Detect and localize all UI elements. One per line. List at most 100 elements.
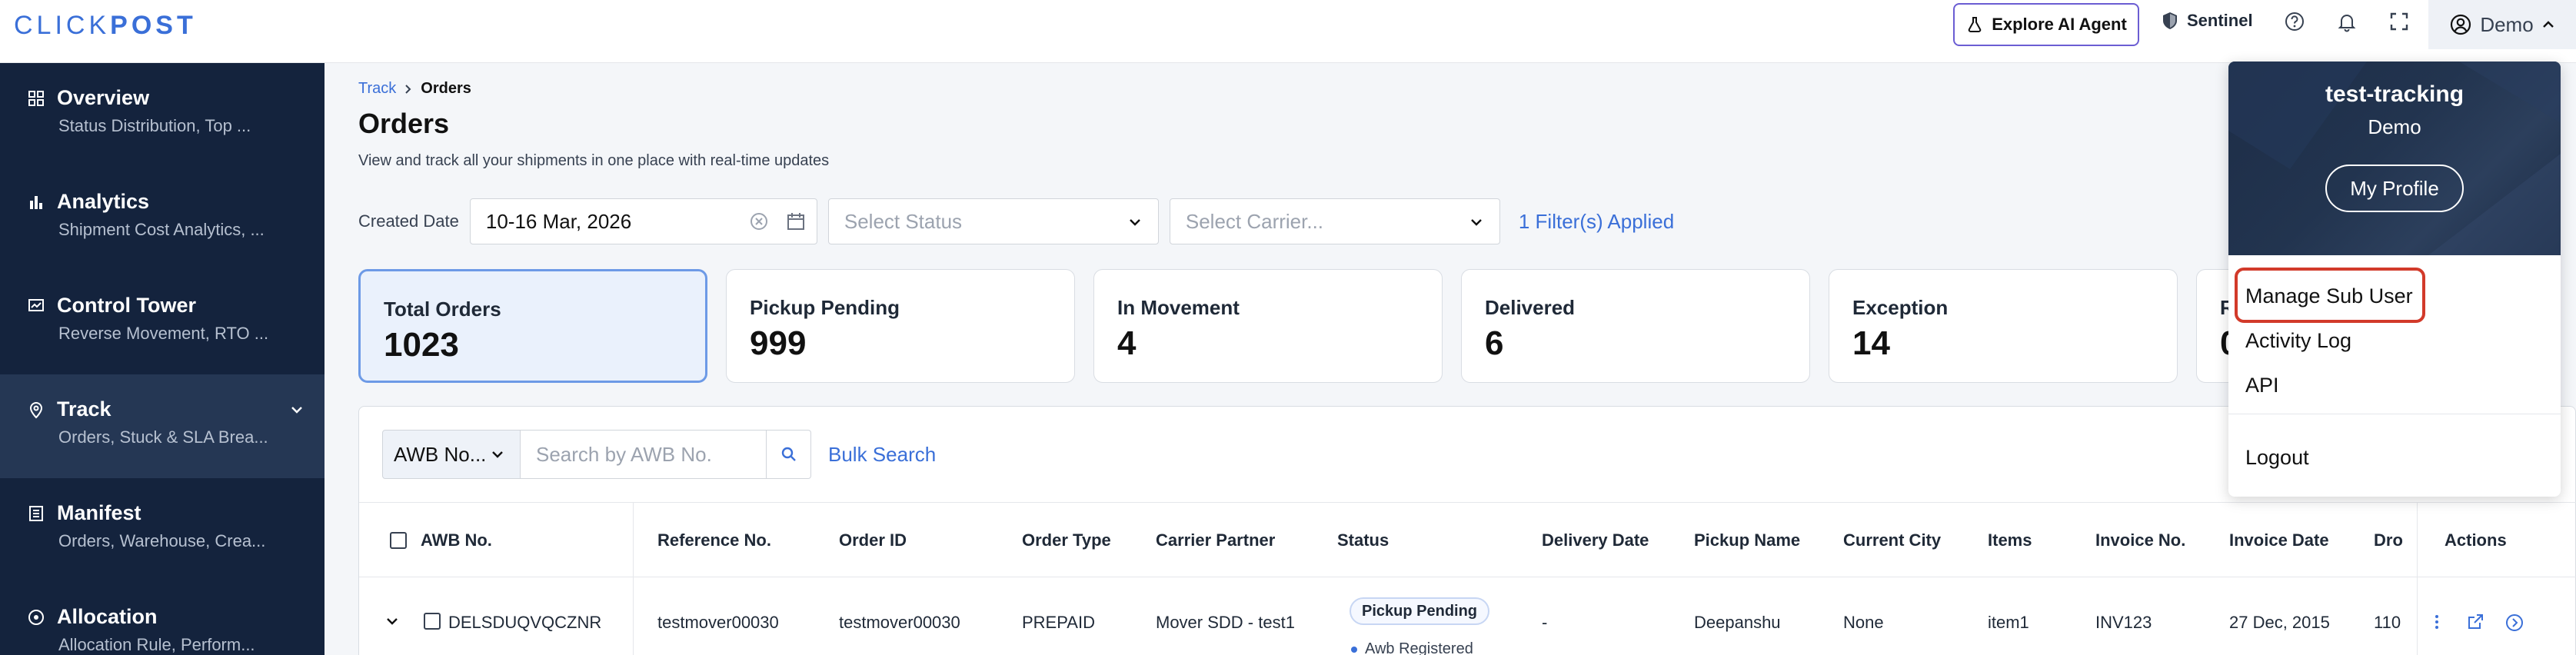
sidebar-item-subtitle: Orders, Warehouse, Crea... xyxy=(58,531,266,550)
explore-ai-agent-button[interactable]: Explore AI Agent xyxy=(1953,3,2139,46)
profile-header: test-tracking Demo My Profile xyxy=(2228,62,2561,255)
card-value: 1023 xyxy=(384,326,459,364)
menu-item-logout[interactable]: Logout xyxy=(2245,446,2309,470)
column-header: Actions xyxy=(2445,530,2507,550)
breadcrumb: Track Orders xyxy=(358,80,471,98)
clear-icon[interactable] xyxy=(749,211,769,231)
user-menu-button[interactable]: Demo xyxy=(2428,0,2576,49)
table-row[interactable]: DELSDUQVQCZNR testmover00030 testmover00… xyxy=(359,577,2576,655)
fullscreen-button[interactable] xyxy=(2388,11,2410,32)
bulk-search-link[interactable]: Bulk Search xyxy=(828,443,936,467)
my-profile-button[interactable]: My Profile xyxy=(2325,165,2464,212)
cell-invoice-no: INV123 xyxy=(2095,613,2152,632)
chevron-down-icon xyxy=(1130,219,1140,226)
card-label: Exception xyxy=(1852,296,1949,319)
column-header[interactable]: Order Type xyxy=(1022,530,1111,550)
card-label: In Movement xyxy=(1117,296,1240,319)
sidebar-item-subtitle: Shipment Cost Analytics, ... xyxy=(58,220,265,239)
sidebar-item-analytics[interactable]: Analytics Shipment Cost Analytics, ... xyxy=(0,167,324,271)
user-circle-icon xyxy=(2451,14,2471,35)
column-header[interactable]: Delivery Date xyxy=(1542,530,1649,550)
bell-icon xyxy=(2338,15,2356,32)
cell-order-type: PREPAID xyxy=(1022,613,1095,632)
column-header[interactable]: Invoice Date xyxy=(2229,530,2329,550)
filters-applied-link[interactable]: 1 Filter(s) Applied xyxy=(1519,210,1674,234)
help-button[interactable] xyxy=(2284,11,2305,32)
status-badge: Pickup Pending xyxy=(1350,597,1490,625)
cell-awb[interactable]: DELSDUQVQCZNR xyxy=(448,613,601,633)
cell-invoice-date: 27 Dec, 2015 xyxy=(2229,613,2330,632)
card-delivered[interactable]: Delivered 6 xyxy=(1461,269,1810,383)
search-input[interactable]: Search by AWB No. xyxy=(521,430,767,479)
logo-text-right: POST xyxy=(110,11,197,40)
page-description: View and track all your shipments in one… xyxy=(358,152,830,169)
notifications-button[interactable] xyxy=(2336,11,2358,32)
column-header[interactable]: Reference No. xyxy=(657,530,771,550)
search-placeholder: Search by AWB No. xyxy=(536,442,712,466)
sidebar-item-subtitle: Status Distribution, Top ... xyxy=(58,116,251,135)
sidebar-item-title: Analytics xyxy=(57,190,150,213)
chevron-down-icon[interactable] xyxy=(289,402,305,417)
date-range-input[interactable]: 10-16 Mar, 2026 xyxy=(469,198,817,244)
sidebar-item-subtitle: Reverse Movement, RTO ... xyxy=(58,324,269,343)
sidebar-item-title: Manifest xyxy=(57,501,141,524)
logo-text-left: CLICK xyxy=(14,11,111,40)
menu-item-api[interactable]: API xyxy=(2245,374,2279,397)
dashboard-icon xyxy=(28,90,44,106)
column-header[interactable]: Items xyxy=(1988,530,2032,550)
card-label: Total Orders xyxy=(384,298,501,321)
chevron-up-icon xyxy=(2542,21,2554,28)
sidebar-item-control-tower[interactable]: Control Tower Reverse Movement, RTO ... xyxy=(0,271,324,374)
column-header[interactable]: Order ID xyxy=(839,530,907,550)
sub-status: Awb Registered xyxy=(1351,640,1473,655)
breadcrumb-track-link[interactable]: Track xyxy=(358,80,396,98)
sidebar-item-subtitle: Orders, Stuck & SLA Brea... xyxy=(58,427,268,447)
profile-org-name: test-tracking xyxy=(2325,81,2465,107)
column-header[interactable]: Pickup Name xyxy=(1694,530,1800,550)
calendar-icon[interactable] xyxy=(786,211,806,231)
chevron-down-icon[interactable] xyxy=(385,614,399,628)
menu-item-manage-sub-user[interactable]: Manage Sub User xyxy=(2245,284,2413,308)
sidebar-item-manifest[interactable]: Manifest Orders, Warehouse, Crea... xyxy=(0,478,324,582)
sidebar-item-title: Control Tower xyxy=(57,294,196,317)
column-header[interactable]: Dro xyxy=(2374,530,2403,550)
cell-reference: testmover00030 xyxy=(657,613,779,632)
sidebar-item-title: Overview xyxy=(57,86,150,109)
carrier-select-placeholder: Select Carrier... xyxy=(1185,209,1324,233)
clickpost-logo[interactable]: CLICKPOST xyxy=(14,11,197,41)
carrier-select[interactable]: Select Carrier... xyxy=(1169,198,1500,244)
location-pin-icon xyxy=(29,401,43,418)
select-all-checkbox[interactable] xyxy=(390,532,407,549)
filter-bar: Created Date 10-16 Mar, 2026 Select Stat… xyxy=(358,198,1674,244)
column-header[interactable]: Status xyxy=(1337,530,1389,550)
sidebar-item-allocation[interactable]: Allocation Allocation Rule, Perform... xyxy=(0,582,324,655)
card-exception[interactable]: Exception 14 xyxy=(1829,269,2178,383)
top-bar: CLICKPOST Explore AI Agent Sentinel Demo xyxy=(0,0,2576,63)
sidebar-item-overview[interactable]: Overview Status Distribution, Top ... xyxy=(0,63,324,167)
sentinel-button[interactable]: Sentinel xyxy=(2161,11,2253,31)
open-external-icon[interactable] xyxy=(2466,613,2484,631)
row-checkbox[interactable] xyxy=(424,613,441,630)
column-header[interactable]: Invoice No. xyxy=(2095,530,2185,550)
column-header[interactable]: Carrier Partner xyxy=(1156,530,1275,550)
shield-icon xyxy=(2163,12,2177,29)
card-value: 14 xyxy=(1852,324,1890,362)
card-value: 6 xyxy=(1485,324,1504,362)
card-pickup-pending[interactable]: Pickup Pending 999 xyxy=(726,269,1075,383)
column-header[interactable]: Current City xyxy=(1843,530,1941,550)
sidebar-item-track[interactable]: Track Orders, Stuck & SLA Brea... xyxy=(0,374,324,478)
cell-delivery-date: - xyxy=(1542,613,1548,632)
search-type-dropdown[interactable]: AWB No... xyxy=(382,430,521,479)
menu-item-activity-log[interactable]: Activity Log xyxy=(2245,329,2351,353)
flask-icon xyxy=(1968,17,1982,32)
sub-status-label: Awb Registered xyxy=(1365,640,1473,655)
profile-dropdown: test-tracking Demo My Profile Manage Sub… xyxy=(2228,62,2561,497)
card-in-movement[interactable]: In Movement 4 xyxy=(1093,269,1443,383)
search-button[interactable] xyxy=(767,430,811,479)
column-header[interactable]: AWB No. xyxy=(421,530,492,550)
card-total-orders[interactable]: Total Orders 1023 xyxy=(358,269,707,383)
arrow-circle-right-icon[interactable] xyxy=(2504,613,2524,633)
status-select[interactable]: Select Status xyxy=(827,198,1159,244)
more-vertical-icon[interactable] xyxy=(2428,613,2446,631)
cell-carrier: Mover SDD - test1 xyxy=(1156,613,1295,632)
